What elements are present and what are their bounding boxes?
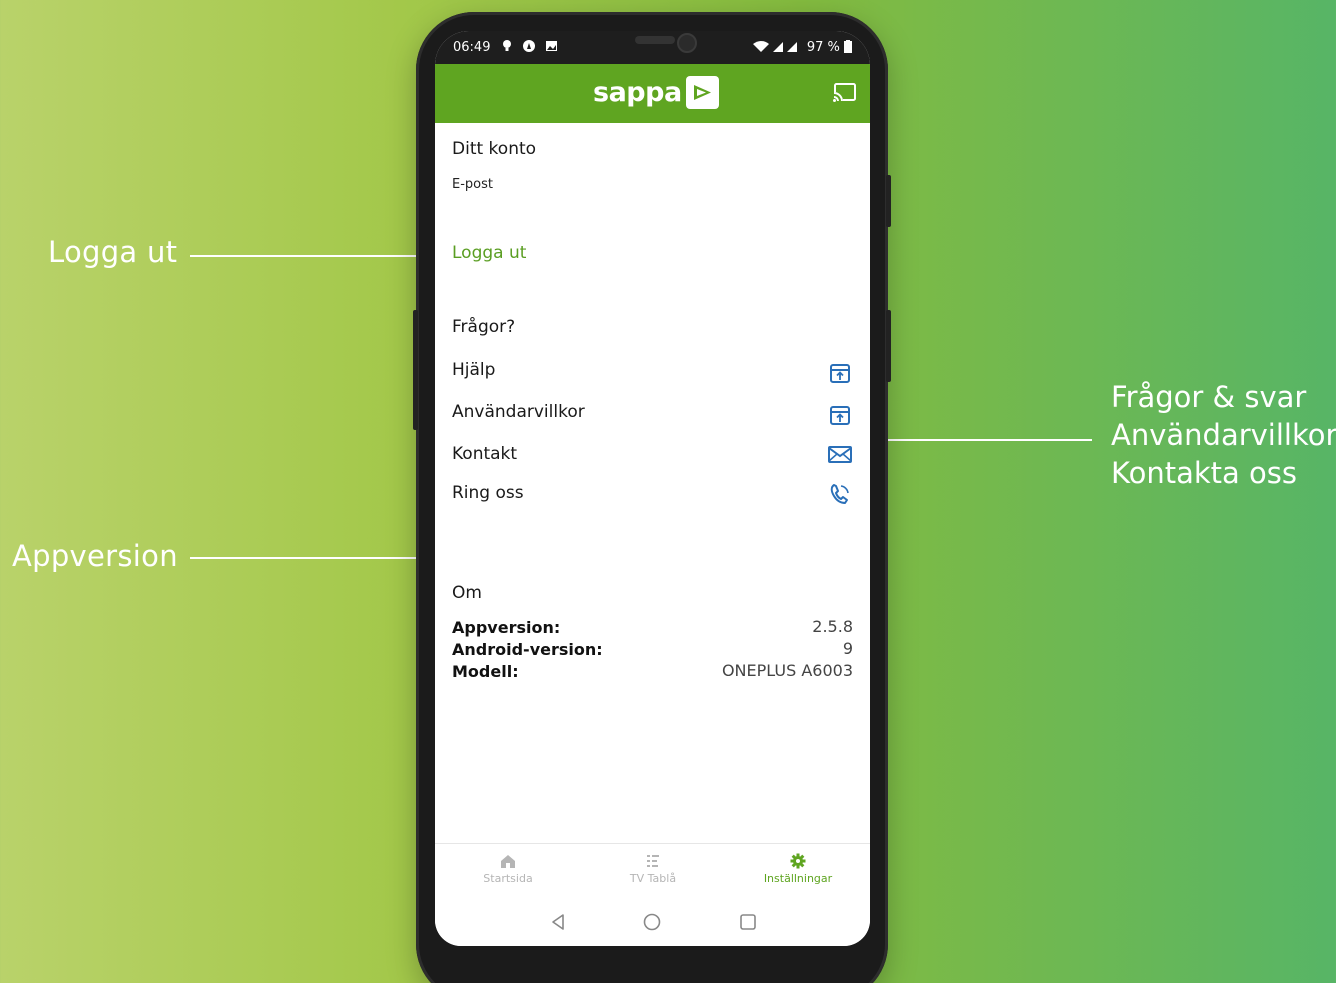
account-title: Ditt konto [452,139,537,159]
notification-icons [501,39,561,57]
battery-icon [844,40,852,53]
call-link[interactable]: Ring oss [452,483,524,503]
annotation-logout: Logga ut [48,235,178,269]
system-navigation [435,901,870,946]
android-version-value: 9 [842,639,853,658]
appversion-value: 2.5.8 [812,617,853,636]
android-version-label: Android-version: [452,640,603,659]
annotation-line-right [880,439,1092,441]
external-link-icon[interactable] [827,361,853,387]
external-link-icon[interactable] [827,403,853,429]
nav-item-tv-guide[interactable]: TV Tablå [598,852,708,885]
front-camera [677,33,697,53]
terms-link[interactable]: Användarvillkor [452,402,585,422]
status-time: 06:49 [453,40,491,55]
nav-item-home[interactable]: Startsida [453,852,563,885]
phone-screen: 06:49 97 % sappa Ditt konto E-post Logga… [435,31,870,946]
model-value: ONEPLUS A6003 [721,661,853,680]
logo-icon [685,76,719,109]
annotation-right-line-1: Frågor & svar [1111,380,1307,414]
back-icon[interactable] [547,911,569,933]
logout-link[interactable]: Logga ut [452,243,526,263]
nav-item-settings[interactable]: Inställningar [743,852,853,885]
home-icon [501,855,515,868]
side-button-right-2 [886,310,891,382]
sappa-logo: sappa [593,76,719,109]
help-link[interactable]: Hjälp [452,360,495,380]
nav-label-tv-guide: TV Tablå [629,872,677,885]
app-bar: sappa [435,64,870,123]
cast-icon[interactable] [832,81,858,105]
model-label: Modell: [452,662,519,681]
notification-icons-glyphs [503,40,557,52]
bottom-navigation: Startsida TV Tablå Inställningar [435,843,870,901]
list-icon [647,855,659,867]
home-button-icon[interactable] [641,911,663,933]
signal-icons [752,41,797,52]
recents-icon[interactable] [737,911,759,933]
about-title: Om [452,583,482,603]
annotation-right-line-2: Användarvillkor [1111,418,1336,452]
side-button-right-1 [886,175,891,227]
annotation-line-appversion [190,557,436,559]
mail-icon[interactable] [827,441,853,467]
status-bar: 06:49 97 % [435,31,870,64]
annotation-right: Frågor & svar Användarvillkor Kontakta o… [1111,378,1336,492]
logo-text: sappa [593,77,682,108]
speaker-notch [635,36,675,44]
contact-link[interactable]: Kontakt [452,444,517,464]
phone-icon[interactable] [827,481,853,507]
status-right: 97 % [752,40,852,55]
email-label: E-post [452,177,493,192]
annotation-appversion: Appversion [12,539,178,573]
nav-label-home: Startsida [483,872,533,885]
appversion-label: Appversion: [452,618,561,637]
questions-title: Frågor? [452,317,516,337]
nav-label-settings: Inställningar [763,872,833,885]
annotation-line-logout [190,255,436,257]
annotation-right-line-3: Kontakta oss [1111,456,1297,490]
side-button-left [413,310,418,430]
battery-percent: 97 % [806,40,840,55]
gear-icon [790,853,806,869]
